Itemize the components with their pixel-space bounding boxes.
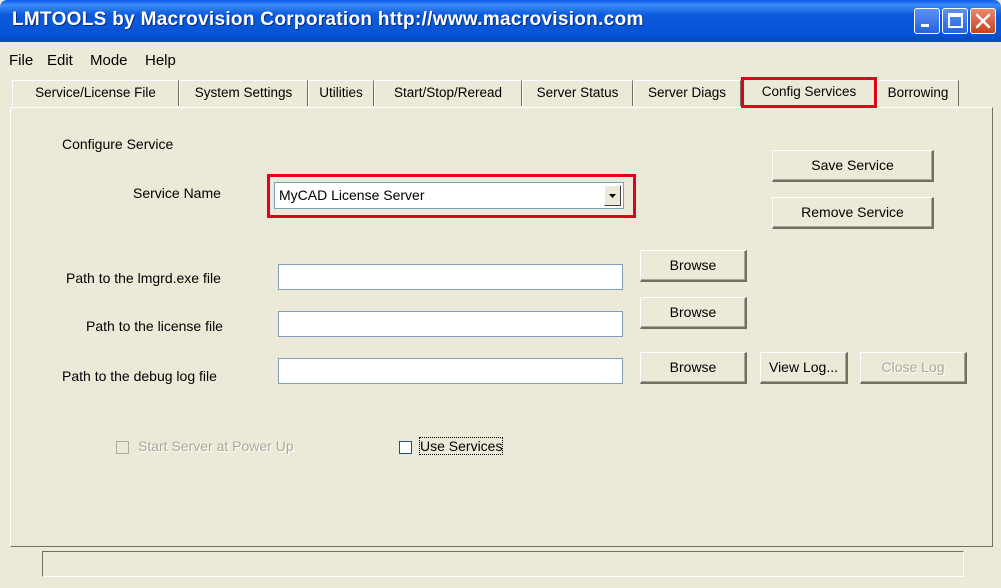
license-path-label: Path to the license file [86, 318, 223, 334]
save-service-button[interactable]: Save Service [772, 150, 934, 182]
lmgrd-path-input[interactable] [278, 264, 623, 290]
close-button[interactable] [970, 8, 996, 34]
minimize-button[interactable] [914, 8, 940, 34]
close-log-button[interactable]: Close Log [860, 352, 967, 384]
service-name-combo[interactable]: MyCAD License Server [274, 182, 624, 209]
menu-mode[interactable]: Mode [90, 52, 128, 69]
window-title: LMTOOLS by Macrovision Corporation http:… [12, 9, 644, 30]
service-name-highlight: MyCAD License Server [267, 174, 636, 218]
start-server-checkbox[interactable] [116, 441, 129, 454]
menu-file[interactable]: File [9, 52, 33, 69]
use-services-checkbox[interactable] [399, 441, 412, 454]
lmtools-window: LMTOOLS by Macrovision Corporation http:… [0, 0, 1001, 588]
title-bar[interactable]: LMTOOLS by Macrovision Corporation http:… [0, 0, 1001, 42]
minimize-icon [921, 24, 929, 27]
tab-config-services[interactable]: Config Services [741, 77, 877, 108]
service-name-label: Service Name [133, 185, 221, 201]
maximize-icon [948, 13, 963, 28]
tab-service-license-file[interactable]: Service/License File [12, 80, 179, 106]
menu-edit[interactable]: Edit [47, 52, 73, 69]
menu-help[interactable]: Help [145, 52, 176, 69]
close-icon [975, 13, 991, 29]
remove-service-button[interactable]: Remove Service [772, 197, 934, 229]
tab-server-status[interactable]: Server Status [522, 80, 633, 106]
browse-debug-log-button[interactable]: Browse [640, 352, 747, 384]
license-path-input[interactable] [278, 311, 623, 337]
tab-start-stop-reread[interactable]: Start/Stop/Reread [374, 80, 522, 106]
browse-lmgrd-button[interactable]: Browse [640, 250, 747, 282]
maximize-button[interactable] [942, 8, 968, 34]
tab-system-settings[interactable]: System Settings [179, 80, 308, 106]
start-server-label: Start Server at Power Up [138, 438, 294, 454]
view-log-button[interactable]: View Log... [760, 352, 848, 384]
lmgrd-path-label: Path to the lmgrd.exe file [66, 270, 221, 286]
use-services-label: Use Services [418, 437, 504, 455]
debug-log-path-label: Path to the debug log file [62, 368, 217, 384]
configure-service-label: Configure Service [62, 136, 174, 152]
tab-utilities[interactable]: Utilities [308, 80, 374, 106]
tab-server-diags[interactable]: Server Diags [633, 80, 741, 106]
tab-borrowing[interactable]: Borrowing [877, 80, 959, 106]
chevron-down-icon[interactable] [604, 185, 621, 206]
browse-license-button[interactable]: Browse [640, 297, 747, 329]
service-name-value: MyCAD License Server [279, 187, 425, 203]
menu-bar: File Edit Mode Help [0, 42, 1001, 72]
debug-log-path-input[interactable] [278, 358, 623, 384]
status-bar [42, 551, 964, 577]
